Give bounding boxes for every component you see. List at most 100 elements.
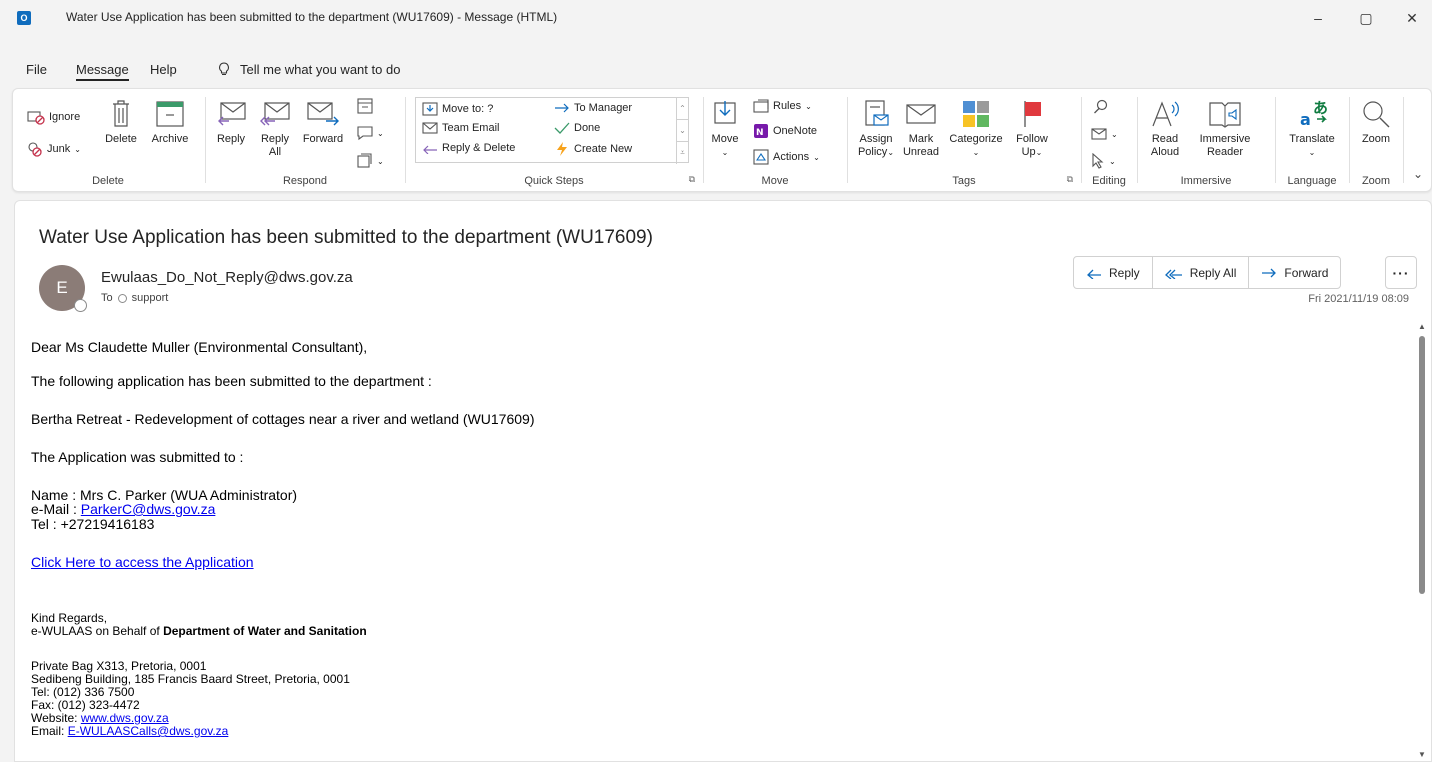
forward-action-button[interactable]: Forward	[1249, 257, 1340, 288]
chevron-down-icon: ⌄	[74, 144, 81, 154]
ribbon-separator	[205, 97, 206, 183]
group-quick-steps: Quick Steps ⧉	[407, 93, 701, 189]
more-respond-button[interactable]: ⌄	[357, 153, 384, 169]
lightbulb-icon	[219, 62, 229, 76]
forward-label: Forward	[302, 133, 344, 145]
ribbon-expand-chevron-icon[interactable]: ⌄	[1413, 167, 1423, 181]
dialog-launcher-icon[interactable]: ⧉	[689, 174, 695, 185]
delete-button[interactable]: Delete	[101, 99, 141, 146]
vertical-scrollbar[interactable]: ▲ ▼	[1416, 322, 1428, 762]
rules-button[interactable]: Rules ⌄	[753, 99, 812, 113]
junk-button[interactable]: Junk ⌄	[27, 141, 81, 157]
actions-button[interactable]: Actions ⌄	[753, 149, 820, 165]
email-label: e-Mail :	[31, 501, 81, 517]
to-label: To	[101, 292, 113, 304]
ribbon: Ignore Junk ⌄ Delete Archive Delete Reply…	[12, 88, 1432, 192]
body-behalf: e-WULAAS on Behalf of Department of Wate…	[31, 624, 367, 638]
reply-all-icon	[260, 102, 290, 126]
minimize-button[interactable]: –	[1298, 6, 1338, 30]
cursor-icon	[1092, 153, 1104, 169]
signature-email: Email: E-WULAASCalls@dws.gov.za	[31, 724, 228, 738]
scroll-thumb[interactable]	[1419, 336, 1425, 594]
chevron-down-icon: ⌄	[972, 148, 980, 157]
contact-email-link[interactable]: ParkerC@dws.gov.za	[81, 501, 216, 517]
assign-policy-button[interactable]: Assign Policy⌄	[855, 99, 897, 159]
group-label-quick-steps: Quick Steps	[524, 175, 584, 187]
body-greeting: Dear Ms Claudette Muller (Environmental …	[31, 339, 368, 355]
support-email-link[interactable]: E-WULAASCalls@dws.gov.za	[68, 724, 229, 738]
archive-label: Archive	[151, 133, 189, 145]
group-label-editing: Editing	[1092, 175, 1126, 187]
group-label-language: Language	[1287, 175, 1337, 187]
restore-button[interactable]: ▢	[1346, 6, 1386, 30]
immersive-reader-icon	[1209, 102, 1241, 128]
junk-icon	[28, 142, 42, 157]
chevron-down-icon: ⌄	[377, 156, 384, 166]
access-application-link[interactable]: Click Here to access the Application	[31, 554, 254, 571]
ribbon-separator	[703, 97, 704, 183]
rules-icon	[753, 99, 769, 113]
archive-button[interactable]: Archive	[145, 99, 195, 146]
meeting-reply-button[interactable]	[357, 97, 373, 115]
translate-button[interactable]: あa Translate ⌄	[1283, 99, 1341, 159]
onenote-button[interactable]: N OneNote	[753, 123, 817, 139]
im-reply-button[interactable]: ⌄	[357, 125, 384, 141]
read-aloud-icon	[1152, 101, 1179, 127]
immersive-reader-button[interactable]: Immersive Reader	[1193, 99, 1257, 159]
categorize-icon	[963, 101, 989, 127]
ribbon-separator	[405, 97, 406, 183]
recipient-name[interactable]: support	[132, 292, 169, 304]
reply-all-button[interactable]: Reply All	[255, 99, 295, 159]
policy-icon	[865, 100, 889, 126]
sender-address[interactable]: Ewulaas_Do_Not_Reply@dws.gov.za	[101, 269, 353, 286]
envelope-icon	[906, 104, 936, 124]
forward-action-label: Forward	[1284, 265, 1329, 280]
tell-me-search[interactable]: Tell me what you want to do	[218, 62, 400, 77]
scroll-up-icon[interactable]: ▲	[1418, 322, 1426, 331]
related-button[interactable]: ⌄	[1091, 127, 1118, 141]
reading-pane: Water Use Application has been submitted…	[14, 200, 1432, 762]
chevron-down-icon: ⌄	[805, 101, 812, 111]
reply-button[interactable]: Reply	[211, 99, 251, 146]
menu-file[interactable]: File	[26, 62, 47, 77]
body-regards: Kind Regards,	[31, 611, 108, 625]
more-actions-button[interactable]: ···	[1385, 256, 1417, 289]
scroll-down-icon[interactable]: ▼	[1418, 750, 1426, 759]
close-button[interactable]: ✕	[1392, 6, 1432, 30]
menu-message[interactable]: Message	[76, 62, 129, 81]
reply-action-button[interactable]: Reply	[1074, 257, 1153, 288]
to-line: To support	[101, 292, 168, 304]
dialog-launcher-icon[interactable]: ⧉	[1067, 174, 1073, 185]
find-button[interactable]	[1093, 99, 1109, 115]
delete-label: Delete	[105, 133, 137, 145]
reply-icon	[218, 102, 246, 126]
chevron-down-icon: ⌄	[887, 148, 895, 157]
more-respond-icon	[357, 153, 372, 168]
follow-label-2: Up	[1021, 146, 1036, 158]
behalf-prefix: e-WULAAS on Behalf of	[31, 624, 164, 638]
zoom-label: Zoom	[1361, 133, 1391, 145]
select-button[interactable]: ⌄	[1091, 153, 1116, 169]
menu-help[interactable]: Help	[150, 62, 177, 77]
zoom-button[interactable]: Zoom	[1355, 99, 1397, 146]
move-button[interactable]: Move ⌄	[707, 99, 743, 159]
group-label-delete: Delete	[92, 175, 124, 187]
group-immersive: Read Aloud Immersive Reader Immersive	[1139, 93, 1273, 189]
categorize-button[interactable]: Categorize ⌄	[945, 99, 1007, 159]
forward-button[interactable]: Forward	[299, 99, 347, 146]
behalf-org: Department of Water and Sanitation	[163, 624, 367, 638]
reply-all-action-button[interactable]: Reply All	[1153, 257, 1250, 288]
mark-unread-button[interactable]: Mark Unread	[901, 99, 941, 159]
recipient-presence-icon	[117, 293, 127, 303]
ignore-button[interactable]: Ignore	[27, 109, 80, 125]
website-link[interactable]: www.dws.gov.za	[81, 711, 169, 725]
group-label-respond: Respond	[282, 175, 328, 187]
address-line: Sedibeng Building, 185 Francis Baard Str…	[31, 672, 350, 686]
follow-up-button[interactable]: Follow Up⌄	[1011, 99, 1053, 159]
body-line: Bertha Retreat - Redevelopment of cottag…	[31, 411, 535, 427]
flag-icon	[1024, 101, 1041, 127]
group-tags: Assign Policy⌄ Mark Unread Categorize ⌄ F…	[849, 93, 1079, 189]
translate-label: Translate	[1289, 133, 1335, 145]
read-aloud-button[interactable]: Read Aloud	[1145, 99, 1185, 159]
chat-reply-icon	[357, 126, 373, 141]
